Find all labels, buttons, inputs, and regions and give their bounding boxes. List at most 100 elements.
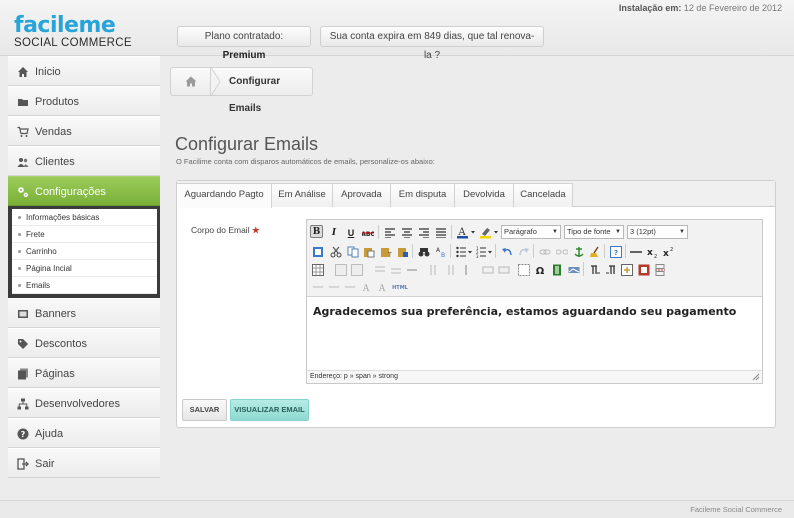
insert-row-after-button[interactable] xyxy=(389,263,401,275)
paragraph-format-select[interactable]: Parágrafo ▼ xyxy=(501,225,561,239)
status-tabs: Aguardando Pagto Em Análise Aprovada Em … xyxy=(177,181,775,208)
sidebar-item-inicio[interactable]: Inicio xyxy=(8,56,160,86)
cleanup-button[interactable] xyxy=(588,245,600,257)
paste-button[interactable] xyxy=(362,245,375,258)
special-char-button[interactable]: Ω xyxy=(533,263,545,277)
email-body-content[interactable]: Agradecemos sua preferência, estamos agu… xyxy=(307,298,762,370)
insert-text-button[interactable]: A xyxy=(375,280,387,294)
find-button[interactable] xyxy=(417,245,430,257)
page-break-button[interactable] xyxy=(653,263,665,276)
table-cell-icon xyxy=(351,264,363,276)
insert-row-before-button[interactable] xyxy=(373,263,385,275)
acronym-button[interactable] xyxy=(343,280,355,292)
sidebar-item-desenvolvedores[interactable]: Desenvolvedores xyxy=(8,388,160,418)
bullet-list-button[interactable] xyxy=(455,245,473,258)
fullscreen-button[interactable] xyxy=(620,263,633,276)
sidebar-item-sair[interactable]: Sair xyxy=(8,448,160,478)
tab-cancelada[interactable]: Cancelada xyxy=(513,183,573,207)
submenu-item-informacoes-basicas[interactable]: Informações básicas xyxy=(12,209,157,226)
preview-email-button[interactable]: VISUALIZAR EMAIL xyxy=(230,399,309,421)
bold-button[interactable]: B xyxy=(310,225,323,238)
toolbar-separator xyxy=(451,225,452,239)
renew-button[interactable]: Sua conta expira em 849 dias, que tal re… xyxy=(320,26,544,61)
highlight-color-button[interactable] xyxy=(479,225,499,239)
submenu-item-carrinho[interactable]: Carrinho xyxy=(12,243,157,260)
paste-word-button[interactable] xyxy=(396,245,408,257)
svg-text:?: ? xyxy=(21,430,26,439)
cite-button[interactable] xyxy=(311,280,323,292)
replace-button[interactable]: AB xyxy=(434,245,446,259)
superscript-button[interactable]: x2 xyxy=(662,245,674,259)
numbered-list-button[interactable]: 123 xyxy=(475,245,493,259)
submenu-item-emails[interactable]: Emails xyxy=(12,277,157,294)
breadcrumb-home[interactable] xyxy=(171,68,211,95)
unlink-button[interactable] xyxy=(555,245,569,257)
delete-text-button[interactable]: A xyxy=(359,280,371,294)
tab-aprovada[interactable]: Aprovada xyxy=(332,183,391,207)
tab-em-disputa[interactable]: Em disputa xyxy=(390,183,455,207)
link-button[interactable] xyxy=(538,245,551,257)
image-button[interactable] xyxy=(567,263,580,275)
sidebar-item-label: Vendas xyxy=(35,126,72,138)
sidebar-item-descontos[interactable]: Descontos xyxy=(8,328,160,358)
subscript-button[interactable]: x2 xyxy=(646,245,658,260)
visual-aid-button[interactable] xyxy=(517,263,530,276)
align-center-button[interactable] xyxy=(400,226,412,238)
logo[interactable]: facileme SOCIAL COMMERCE xyxy=(14,15,132,50)
align-right-button[interactable] xyxy=(417,226,429,238)
delete-col-button[interactable] xyxy=(459,263,471,275)
underline-button[interactable]: U xyxy=(344,226,356,238)
align-justify-button[interactable] xyxy=(434,226,446,238)
undo-button[interactable] xyxy=(500,245,512,257)
sidebar-item-ajuda[interactable]: ? Ajuda xyxy=(8,418,160,448)
plan-value: Premium xyxy=(222,50,266,61)
tab-aguardando-pagto[interactable]: Aguardando Pagto xyxy=(177,183,272,208)
italic-button[interactable]: I xyxy=(327,226,339,238)
html-source-button[interactable]: ? xyxy=(609,245,622,258)
print-button[interactable] xyxy=(637,263,650,276)
rtl-button[interactable] xyxy=(604,263,616,275)
anchor-button[interactable] xyxy=(572,245,584,257)
submenu-item-frete[interactable]: Frete xyxy=(12,226,157,243)
resize-handle-icon[interactable] xyxy=(752,373,760,381)
horizontal-rule-button[interactable] xyxy=(629,245,642,257)
abbr-button[interactable] xyxy=(327,280,339,292)
anchor-icon xyxy=(574,247,584,257)
align-left-button[interactable] xyxy=(383,226,395,238)
strikethrough-icon: ABC xyxy=(362,231,374,238)
font-size-select[interactable]: 3 (12pt) ▼ xyxy=(627,225,688,239)
sidebar-item-vendas[interactable]: Vendas xyxy=(8,116,160,146)
insert-col-after-button[interactable] xyxy=(443,263,455,275)
font-family-select[interactable]: Tipo de fonte ▼ xyxy=(564,225,624,239)
table-button[interactable] xyxy=(311,263,324,276)
strikethrough-button[interactable]: ABC xyxy=(361,226,374,238)
merge-cells-button[interactable] xyxy=(497,263,510,275)
save-button[interactable]: SALVAR xyxy=(182,399,227,421)
split-cells-button[interactable] xyxy=(481,263,494,275)
link-icon xyxy=(539,249,551,255)
sidebar-item-paginas[interactable]: Páginas xyxy=(8,358,160,388)
underline-icon: U xyxy=(347,228,355,238)
table-cell-props-button[interactable] xyxy=(350,263,363,276)
sidebar-item-banners[interactable]: Banners xyxy=(8,298,160,328)
cut-button[interactable] xyxy=(329,245,342,258)
media-button[interactable] xyxy=(550,263,562,276)
sidebar-item-configuracoes[interactable]: Configurações xyxy=(8,176,160,206)
submenu-item-pagina-inicial[interactable]: Página Incial xyxy=(12,260,157,277)
table-row-props-button[interactable] xyxy=(334,263,347,276)
html-attributes-button[interactable]: HTML xyxy=(391,280,409,292)
delete-row-button[interactable] xyxy=(405,263,417,275)
ltr-button[interactable] xyxy=(588,263,600,275)
sidebar-item-clientes[interactable]: Clientes xyxy=(8,146,160,176)
cut-style-button[interactable] xyxy=(311,245,323,257)
toolbar-separator xyxy=(533,244,534,258)
copy-button[interactable] xyxy=(346,245,359,258)
insert-col-before-button[interactable] xyxy=(427,263,439,275)
tab-em-analise[interactable]: Em Análise xyxy=(271,183,333,207)
tab-devolvida[interactable]: Devolvida xyxy=(454,183,514,207)
text-color-button[interactable]: A xyxy=(456,225,476,239)
redo-button[interactable] xyxy=(517,245,529,257)
sidebar-item-produtos[interactable]: Produtos xyxy=(8,86,160,116)
paste-text-button[interactable]: T xyxy=(379,245,392,259)
svg-text:Ω: Ω xyxy=(536,266,545,276)
